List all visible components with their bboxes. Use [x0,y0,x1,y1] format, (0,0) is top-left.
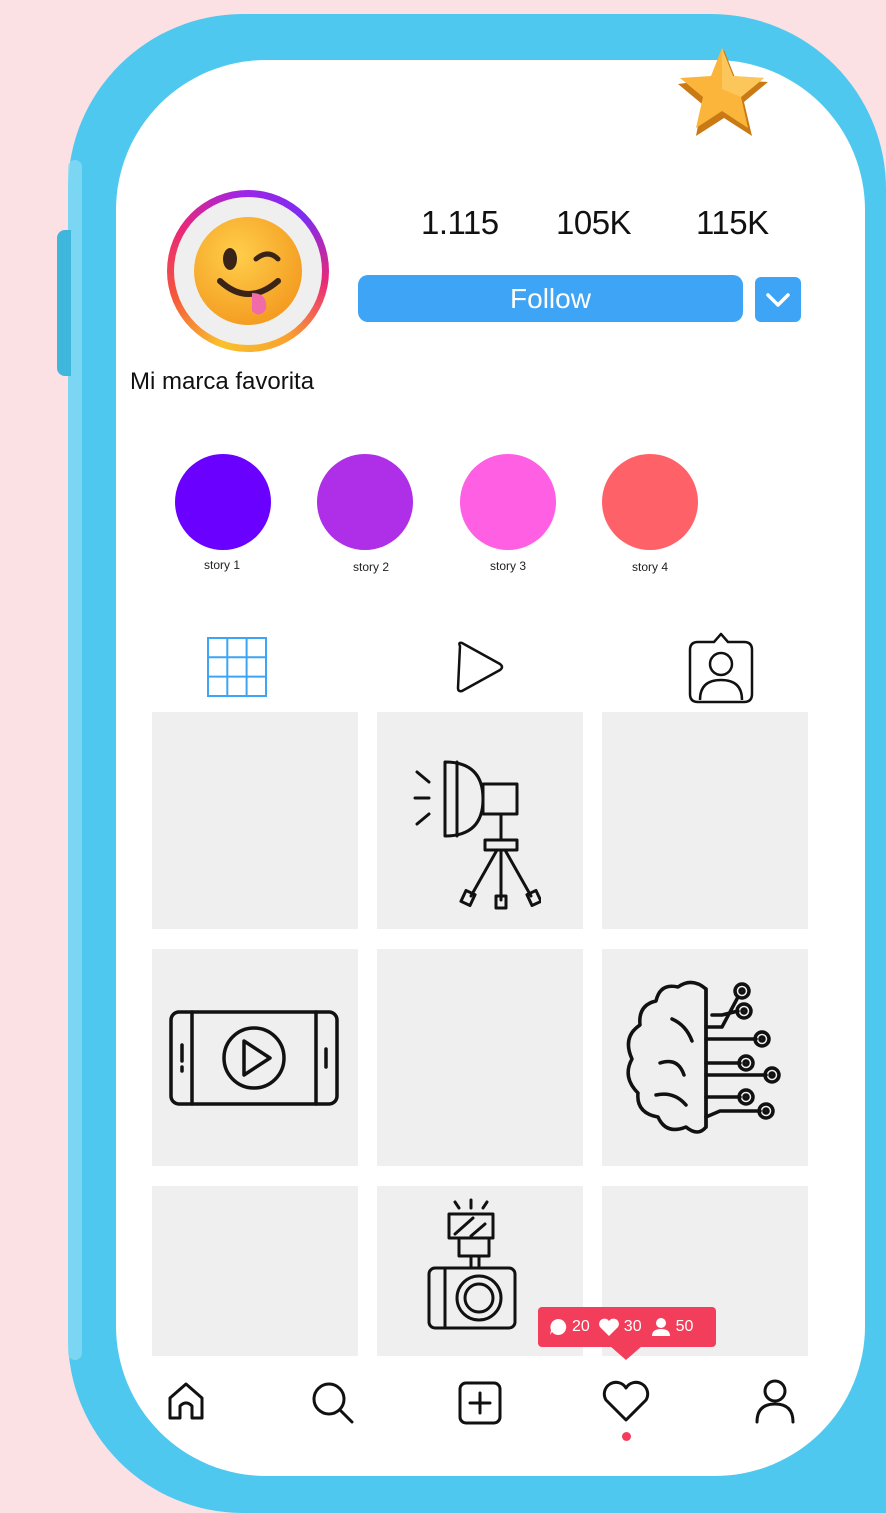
heart-icon[interactable] [600,1380,652,1424]
post-4[interactable] [152,949,358,1166]
post-3[interactable] [602,712,808,929]
studio-light-icon [413,760,541,910]
ai-brain-icon [626,980,781,1134]
follower-count: 50 [675,1318,694,1335]
avatar[interactable] [167,190,329,352]
story-2-label: story 2 [352,560,389,574]
grid-icon[interactable] [206,636,268,698]
like-icon [598,1318,619,1336]
posts-count: 1.115 [421,204,499,241]
camera-flash-icon [427,1198,517,1330]
story-4-label: story 4 [631,560,668,574]
activity-notification[interactable]: 20 30 50 [538,1307,716,1347]
story-1-label: story 1 [203,558,240,572]
winking-tongue-emoji-icon [194,217,302,325]
followers-count: 105K [556,204,632,241]
story-2[interactable] [317,454,413,550]
post-7[interactable] [152,1186,358,1356]
post-1[interactable] [152,712,358,929]
post-2[interactable] [377,712,583,929]
active-indicator-dot [622,1432,631,1441]
comment-icon [550,1318,567,1335]
follower-icon [651,1318,670,1336]
story-1[interactable] [175,454,271,550]
home-icon[interactable] [166,1380,206,1422]
like-count: 30 [623,1318,642,1335]
tagged-user-icon[interactable] [688,630,754,704]
add-post-icon[interactable] [457,1380,503,1426]
story-3-label: story 3 [489,559,526,573]
follow-button[interactable]: Follow [358,275,743,322]
following-count: 115K [696,204,769,241]
chevron-down-icon [766,292,790,307]
profile-icon[interactable] [754,1378,796,1424]
post-5[interactable] [377,949,583,1166]
play-icon[interactable] [454,640,506,694]
story-4[interactable] [602,454,698,550]
star-icon [678,48,768,136]
notification-tail [610,1346,642,1360]
search-icon[interactable] [310,1380,356,1426]
comment-count: 20 [572,1318,590,1335]
follow-dropdown-button[interactable] [755,277,801,322]
profile-name: Mi marca favorita [130,368,315,395]
phone-side-button [57,230,71,376]
video-player-icon [169,1010,339,1106]
story-3[interactable] [460,454,556,550]
post-6[interactable] [602,949,808,1166]
